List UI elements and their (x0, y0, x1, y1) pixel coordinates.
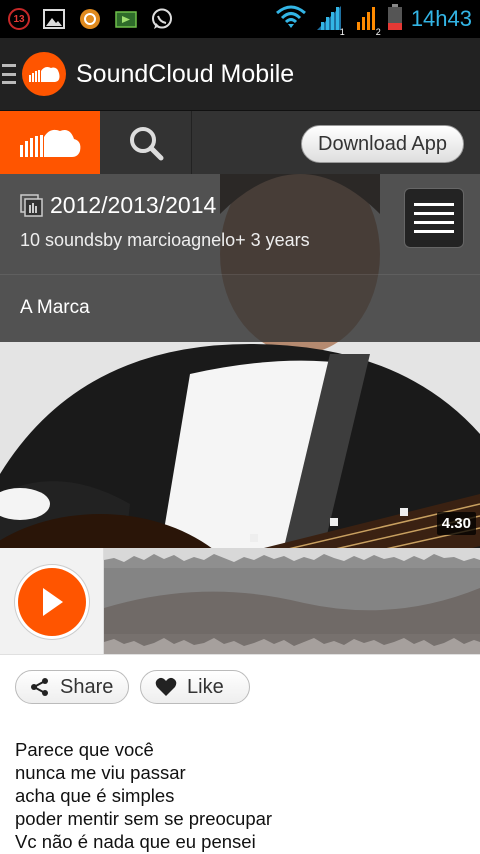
signal-sim1-icon: 1 (315, 4, 345, 37)
soundcloud-logo-icon[interactable] (22, 52, 66, 96)
app-notification-icon (78, 7, 102, 31)
tab-strip: Download App (0, 110, 480, 175)
tab-stream[interactable] (0, 111, 100, 175)
whatsapp-icon (150, 7, 174, 31)
app-title: SoundCloud Mobile (76, 59, 295, 88)
playlist-title: 2012/2013/2014 (50, 192, 217, 218)
playlist-icon (20, 194, 43, 217)
current-track-bar[interactable]: A Marca (0, 274, 480, 342)
player-controls (0, 548, 104, 654)
app-screen: 13 1 2 14h43 SoundCloud Mobile Download … (0, 0, 480, 854)
search-icon (129, 127, 163, 161)
waveform-scrubber[interactable] (104, 548, 480, 654)
drawer-menu-icon[interactable] (2, 64, 16, 84)
soundcloud-cloud-icon (20, 129, 81, 157)
download-notification-icon (114, 7, 138, 31)
like-button[interactable]: Like (140, 670, 250, 704)
clock: 14h43 (410, 6, 472, 31)
wifi-icon (275, 5, 307, 34)
description-line: Parece que você (15, 739, 154, 760)
track-list-button[interactable] (404, 188, 464, 248)
share-label: Share (60, 675, 114, 698)
play-button[interactable] (18, 568, 86, 636)
sim1-label: 1 (339, 26, 345, 37)
track-duration: 4.30 (436, 512, 476, 535)
notification-count-icon: 13 (8, 8, 30, 30)
gallery-icon (42, 7, 66, 31)
description-line: poder mentir sem se preocupar (15, 808, 273, 829)
battery-icon (387, 3, 403, 35)
playlist-meta: 10 soundsby marcioagnelo+ 3 years (20, 230, 310, 250)
like-label: Like (187, 675, 224, 698)
signal-sim2-icon: 2 (351, 4, 381, 37)
description-line: Vc não é nada que eu pensei (15, 831, 256, 852)
share-button[interactable]: Share (15, 670, 129, 704)
action-bar: SoundCloud Mobile (0, 38, 480, 110)
description-line: acha que é simples (15, 785, 175, 806)
heart-icon (155, 677, 177, 696)
download-app-button[interactable]: Download App (301, 125, 464, 163)
status-bar: 13 1 2 14h43 (0, 0, 480, 38)
play-icon (43, 588, 63, 616)
social-actions: Share Like (0, 654, 480, 716)
track-title: A Marca (20, 297, 90, 318)
track-description: Parece que você nunca me viu passar acha… (15, 738, 475, 853)
description-line: nunca me viu passar (15, 762, 186, 783)
playlist-header[interactable]: 2012/2013/2014 10 soundsby marcioagnelo+… (0, 174, 480, 274)
share-icon (31, 678, 48, 696)
tab-search[interactable] (100, 111, 192, 175)
sim2-label: 2 (375, 26, 381, 37)
